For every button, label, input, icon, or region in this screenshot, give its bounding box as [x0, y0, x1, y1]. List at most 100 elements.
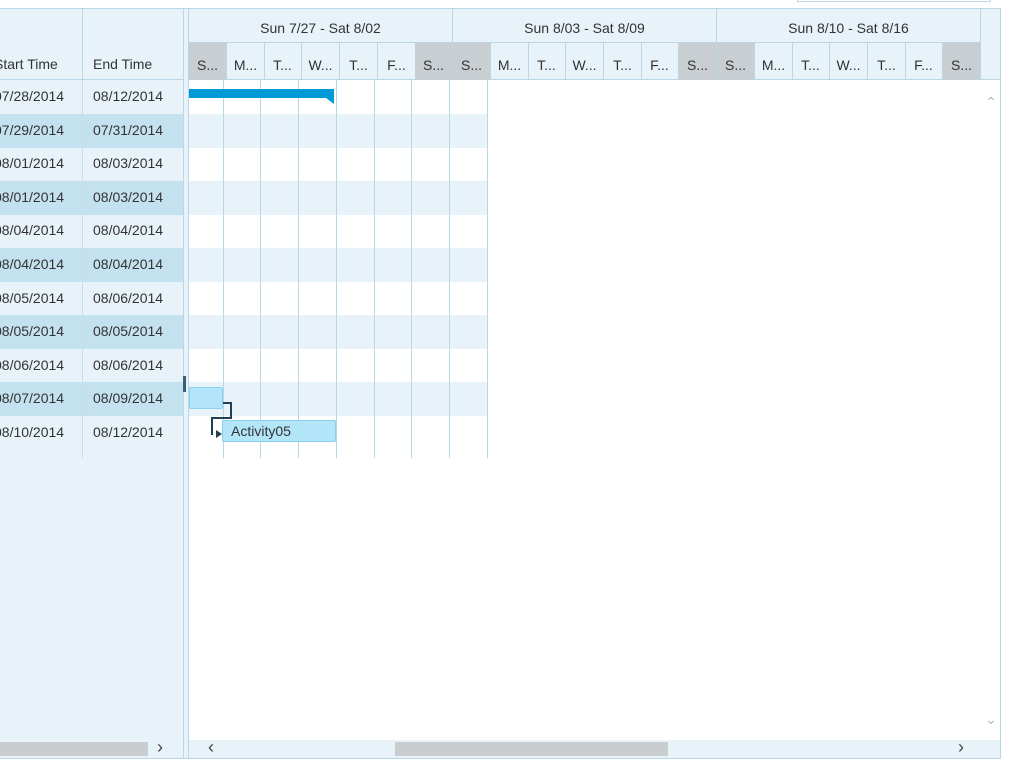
cell-start-time: 08/01/2014: [0, 189, 65, 205]
day-gridline: [336, 80, 337, 458]
cell-start-time: 07/29/2014: [0, 122, 65, 138]
day-gridline: [298, 80, 299, 458]
day-gridline: [260, 80, 261, 458]
table-row[interactable]: 08/05/2014 08/06/2014: [0, 282, 183, 316]
cell-start-time: 08/05/2014: [0, 323, 65, 339]
cell-start-time: 08/07/2014: [0, 390, 65, 406]
splitter-handle[interactable]: [183, 376, 186, 392]
cell-end-time: 07/31/2014: [82, 114, 183, 148]
cell-start-time: 08/01/2014: [0, 155, 65, 171]
day-gridline: [374, 80, 375, 458]
timeline-body: Activity05 ⌃ ⌄: [189, 80, 1000, 740]
day-header: S...: [679, 43, 717, 80]
day-header: S...: [717, 43, 755, 80]
day-header: T...: [528, 43, 566, 80]
task-grid: Start Time End Time 07/28/2014 08/12/2014…: [0, 9, 183, 758]
cell-start-time: 07/28/2014: [0, 88, 65, 104]
week-header: Sun 8/03 - Sat 8/09: [453, 9, 717, 43]
week-header: Sun 7/27 - Sat 8/02: [189, 9, 453, 43]
timeline-row: [189, 349, 487, 383]
table-row[interactable]: 08/01/2014 08/03/2014: [0, 147, 183, 181]
day-header: W...: [566, 43, 604, 80]
day-header: S...: [943, 43, 981, 80]
dependency-arrow-icon: [216, 430, 222, 438]
cell-end-time: 08/12/2014: [82, 80, 183, 114]
cell-start-time: 08/06/2014: [0, 357, 65, 373]
task-bar[interactable]: [189, 387, 223, 409]
day-header: F...: [378, 43, 416, 80]
day-header: W...: [302, 43, 340, 80]
table-row[interactable]: 08/01/2014 08/03/2014: [0, 181, 183, 215]
cell-end-time: 08/03/2014: [82, 181, 183, 215]
cell-end-time: 08/12/2014: [82, 416, 183, 450]
timeline-row: [189, 114, 487, 148]
vertical-scrollbar[interactable]: [984, 80, 1000, 740]
toolbar-edge: [797, 0, 991, 2]
cell-end-time: 08/06/2014: [82, 349, 183, 383]
day-header: F...: [905, 43, 943, 80]
table-row[interactable]: 08/06/2014 08/06/2014: [0, 349, 183, 383]
column-divider: [82, 80, 83, 458]
table-row[interactable]: 07/28/2014 08/12/2014: [0, 80, 183, 114]
day-header: T...: [868, 43, 906, 80]
scroll-right-icon[interactable]: ›: [951, 737, 971, 757]
dependency-line: [230, 402, 232, 418]
frame-right-border: [1000, 8, 1001, 759]
column-header-end-time[interactable]: End Time: [82, 9, 183, 80]
day-header: S...: [415, 43, 453, 80]
day-header: T...: [792, 43, 830, 80]
timeline-row: [189, 181, 487, 215]
cell-end-time: 08/04/2014: [82, 214, 183, 248]
gantt-chart: Sun 7/27 - Sat 8/02 Sun 8/03 - Sat 8/09 Su…: [189, 9, 1000, 758]
table-row[interactable]: 08/10/2014 08/12/2014: [0, 416, 183, 450]
grid-header: Start Time End Time: [0, 9, 183, 80]
day-header: T...: [340, 43, 378, 80]
day-gridline: [487, 80, 488, 458]
cell-end-time: 08/06/2014: [82, 282, 183, 316]
summary-task-end-marker: [326, 98, 334, 104]
dependency-line: [211, 417, 232, 419]
day-gridline: [449, 80, 450, 458]
cell-start-time: 08/04/2014: [0, 256, 65, 272]
cell-end-time: 08/09/2014: [82, 382, 183, 416]
table-row[interactable]: 08/07/2014 08/09/2014: [0, 382, 183, 416]
day-header: T...: [604, 43, 642, 80]
day-header: W...: [830, 43, 868, 80]
task-bar-activity05[interactable]: Activity05: [222, 420, 336, 442]
table-row[interactable]: 08/04/2014 08/04/2014: [0, 214, 183, 248]
day-header: S...: [453, 43, 491, 80]
cell-start-time: 08/10/2014: [0, 424, 65, 440]
day-header: M...: [491, 43, 529, 80]
day-gridline: [411, 80, 412, 458]
cell-end-time: 08/03/2014: [82, 147, 183, 181]
day-header: F...: [641, 43, 679, 80]
cell-end-time: 08/04/2014: [82, 248, 183, 282]
grid-scroll-thumb[interactable]: [0, 742, 148, 756]
day-header: T...: [264, 43, 302, 80]
summary-task-bar[interactable]: [189, 89, 334, 98]
timeline-row: [189, 248, 487, 282]
day-header: M...: [227, 43, 265, 80]
timeline-scroll-thumb[interactable]: [395, 742, 668, 756]
scroll-up-icon[interactable]: ⌃: [984, 95, 998, 109]
scroll-down-icon[interactable]: ⌄: [984, 712, 998, 726]
grid-scroll-right-icon[interactable]: ›: [150, 737, 170, 757]
table-row[interactable]: 07/29/2014 07/31/2014: [0, 114, 183, 148]
timeline-row: [189, 382, 487, 416]
timeline-row: [189, 315, 487, 349]
timeline-row: [189, 214, 487, 248]
scroll-left-icon[interactable]: ‹: [201, 737, 221, 757]
table-row[interactable]: 08/04/2014 08/04/2014: [0, 248, 183, 282]
frame-bottom-border: [0, 758, 1001, 759]
column-header-start-time[interactable]: Start Time: [0, 9, 82, 80]
timeline-header: Sun 7/27 - Sat 8/02 Sun 8/03 - Sat 8/09 Su…: [189, 9, 1000, 80]
cell-end-time: 08/05/2014: [82, 315, 183, 349]
timeline-row: [189, 147, 487, 181]
table-row[interactable]: 08/05/2014 08/05/2014: [0, 315, 183, 349]
cell-start-time: 08/05/2014: [0, 290, 65, 306]
dependency-line: [211, 417, 213, 435]
day-header: S...: [189, 43, 227, 80]
day-header: M...: [755, 43, 793, 80]
week-header: Sun 8/10 - Sat 8/16: [717, 9, 981, 43]
timeline-row: [189, 282, 487, 316]
